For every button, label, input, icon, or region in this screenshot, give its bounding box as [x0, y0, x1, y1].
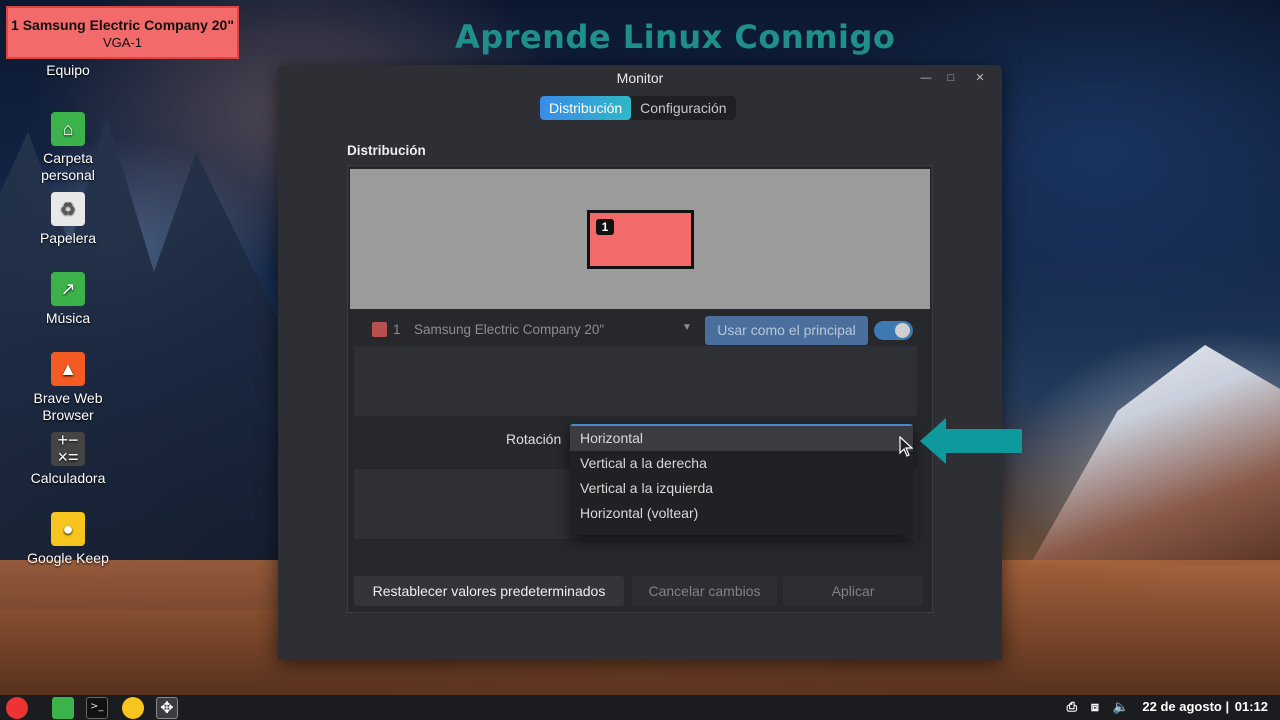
music-folder-icon: ↗	[51, 272, 85, 306]
rotation-option-horizontal-flipped[interactable]: Horizontal (voltear)	[570, 501, 913, 526]
wallpaper-mountain-right	[1030, 345, 1280, 565]
layout-frame: 1 1 Samsung Electric Company 20" ▼ Usar …	[347, 165, 933, 613]
app-menu-icon[interactable]	[6, 697, 28, 719]
files-icon[interactable]	[52, 697, 74, 719]
window-titlebar[interactable]: Monitor — □ ✕	[278, 65, 1002, 91]
tab-bar: Distribución Configuración	[540, 96, 736, 120]
osd-monitor-name: 1 Samsung Electric Company 20"	[11, 17, 234, 33]
set-primary-button[interactable]: Usar como el principal	[705, 316, 868, 345]
printer-icon[interactable]: ⎙	[1067, 699, 1077, 714]
rotation-option-horizontal[interactable]: Horizontal	[570, 426, 913, 451]
system-tray: ⎙ ⧈ 🔈 22 de agosto | 01:12	[1066, 699, 1268, 714]
annotation-arrow-icon	[920, 418, 1022, 464]
display-settings-icon[interactable]: ✥	[156, 697, 178, 719]
toggle-knob	[895, 323, 910, 338]
brave-icon: ▲	[51, 352, 85, 386]
cancel-changes-button[interactable]: Cancelar cambios	[632, 576, 777, 606]
desktop-icon-label: Papelera	[39, 230, 97, 246]
rotation-option-vertical-right[interactable]: Vertical a la derecha	[570, 451, 913, 476]
monitor-osd-label: 1 Samsung Electric Company 20" VGA-1	[6, 6, 239, 59]
reset-defaults-button[interactable]: Restablecer valores predeterminados	[354, 576, 624, 606]
keep-taskbar-icon[interactable]	[122, 697, 144, 719]
home-folder-icon: ⌂	[51, 112, 85, 146]
display-number: 1	[393, 322, 401, 337]
taskbar: >_ ✥ ⎙ ⧈ 🔈 22 de agosto | 01:12	[0, 695, 1280, 720]
tab-configuracion[interactable]: Configuración	[631, 96, 735, 120]
apply-button[interactable]: Aplicar	[783, 576, 923, 606]
desktop-icon-papelera[interactable]: ♻ Papelera	[18, 192, 118, 247]
clock-date[interactable]: 22 de agosto	[1142, 699, 1221, 714]
osd-connector: VGA-1	[102, 35, 142, 50]
desktop-icon-label: Música	[45, 310, 91, 326]
rotation-label: Rotación	[506, 431, 562, 447]
clock-time[interactable]: 01:12	[1235, 699, 1268, 714]
calculator-icon: +− ×=	[51, 431, 85, 466]
close-icon[interactable]: ✕	[973, 71, 987, 85]
settings-panel	[354, 346, 917, 416]
monitor-number-badge: 1	[596, 219, 614, 235]
rotation-option-vertical-left[interactable]: Vertical a la izquierda	[570, 476, 913, 501]
display-name[interactable]: Samsung Electric Company 20"	[414, 322, 604, 337]
keep-icon: ●	[51, 512, 85, 546]
banner-title: Aprende Linux Conmigo	[455, 18, 896, 56]
rotation-dropdown-menu[interactable]: Horizontal Vertical a la derecha Vertica…	[570, 424, 913, 535]
mouse-cursor-icon	[899, 436, 914, 457]
minimize-icon[interactable]: —	[919, 71, 933, 85]
trash-icon: ♻	[51, 192, 85, 226]
terminal-icon[interactable]: >_	[86, 697, 108, 719]
window-title: Monitor	[616, 70, 664, 86]
network-icon[interactable]: ⧈	[1091, 699, 1099, 714]
chevron-down-icon[interactable]: ▼	[682, 322, 692, 333]
volume-icon[interactable]: 🔈	[1113, 699, 1129, 714]
tab-distribucion[interactable]: Distribución	[540, 96, 632, 120]
desktop-icon-label: Brave Web Browser	[33, 390, 103, 423]
desktop-icon-carpeta-personal[interactable]: ⌂ Carpeta personal	[18, 112, 118, 184]
display-arrangement-preview: 1	[350, 169, 930, 309]
desktop-icon-google-keep[interactable]: ● Google Keep	[18, 512, 118, 567]
desktop-icon-label: Calculadora	[30, 470, 106, 486]
monitor-preview-1[interactable]: 1	[587, 210, 694, 269]
desktop-icon-musica[interactable]: ↗ Música	[18, 272, 118, 327]
desktop-icon-label: Carpeta personal	[41, 150, 95, 183]
display-enable-toggle[interactable]	[874, 321, 913, 340]
desktop-icon-brave[interactable]: ▲ Brave Web Browser	[18, 352, 118, 424]
desktop-icon-label: Equipo	[46, 62, 90, 78]
maximize-icon[interactable]: □	[944, 71, 958, 85]
desktop-icon-calculadora[interactable]: +− ×= Calculadora	[18, 431, 118, 487]
desktop-icon-label: Google Keep	[27, 550, 109, 566]
display-selector-row: 1 Samsung Electric Company 20" ▼ Usar co…	[364, 316, 916, 346]
display-color-swatch	[372, 322, 387, 337]
monitor-window: Monitor — □ ✕ Distribución Configuración…	[278, 65, 1002, 660]
section-title: Distribución	[347, 143, 426, 158]
